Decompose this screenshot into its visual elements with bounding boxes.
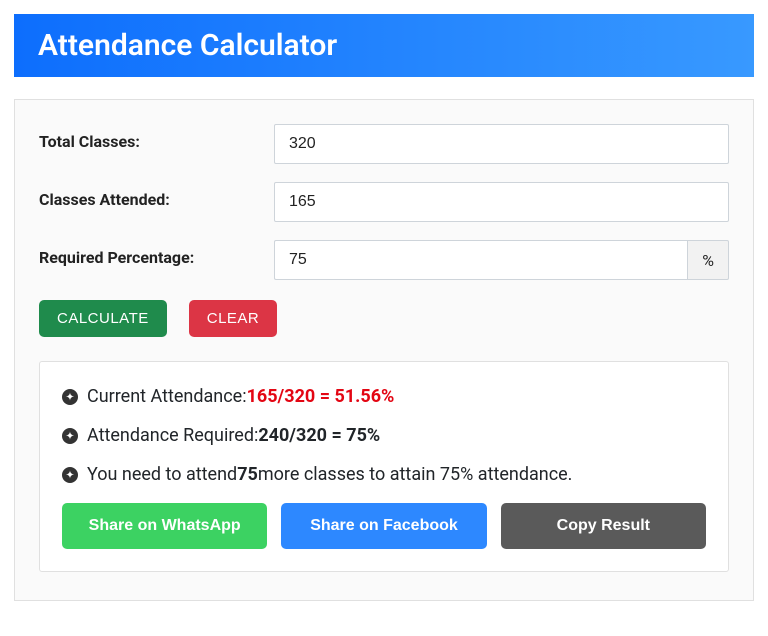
result-current: Current Attendance: 165/320 = 51.56%: [62, 386, 706, 407]
total-classes-input[interactable]: [274, 124, 729, 164]
required-percentage-input[interactable]: [274, 240, 687, 280]
row-required: Required Percentage: %: [39, 240, 729, 280]
share-row: Share on WhatsApp Share on Facebook Copy…: [62, 503, 706, 549]
need-text-pre: You need to attend: [87, 464, 237, 485]
calculator-panel: Total Classes: Classes Attended: Require…: [14, 99, 754, 601]
star-icon: [62, 467, 78, 483]
required-percentage-label: Required Percentage:: [39, 240, 274, 267]
need-text-post: more classes to attain 75% attendance.: [258, 464, 573, 485]
row-total: Total Classes:: [39, 124, 729, 164]
results-box: Current Attendance: 165/320 = 51.56% Att…: [39, 361, 729, 572]
clear-button[interactable]: CLEAR: [189, 300, 278, 337]
current-attendance-label: Current Attendance:: [87, 386, 247, 407]
action-row: CALCULATE CLEAR: [39, 300, 729, 337]
result-required: Attendance Required: 240/320 = 75%: [62, 425, 706, 446]
star-icon: [62, 428, 78, 444]
required-percentage-group: %: [274, 240, 729, 280]
star-icon: [62, 389, 78, 405]
row-attended: Classes Attended:: [39, 182, 729, 222]
percent-suffix: %: [687, 240, 729, 280]
classes-attended-input[interactable]: [274, 182, 729, 222]
total-classes-label: Total Classes:: [39, 124, 274, 151]
copy-result-button[interactable]: Copy Result: [501, 503, 706, 549]
current-attendance-value: 165/320 = 51.56%: [247, 386, 395, 407]
attendance-required-label: Attendance Required:: [87, 425, 258, 446]
result-need: You need to attend 75 more classes to at…: [62, 464, 706, 485]
attendance-required-value: 240/320 = 75%: [258, 425, 380, 446]
classes-attended-label: Classes Attended:: [39, 182, 274, 209]
need-number: 75: [237, 464, 258, 485]
share-facebook-button[interactable]: Share on Facebook: [281, 503, 486, 549]
calculate-button[interactable]: CALCULATE: [39, 300, 167, 337]
share-whatsapp-button[interactable]: Share on WhatsApp: [62, 503, 267, 549]
page-title: Attendance Calculator: [14, 14, 754, 77]
